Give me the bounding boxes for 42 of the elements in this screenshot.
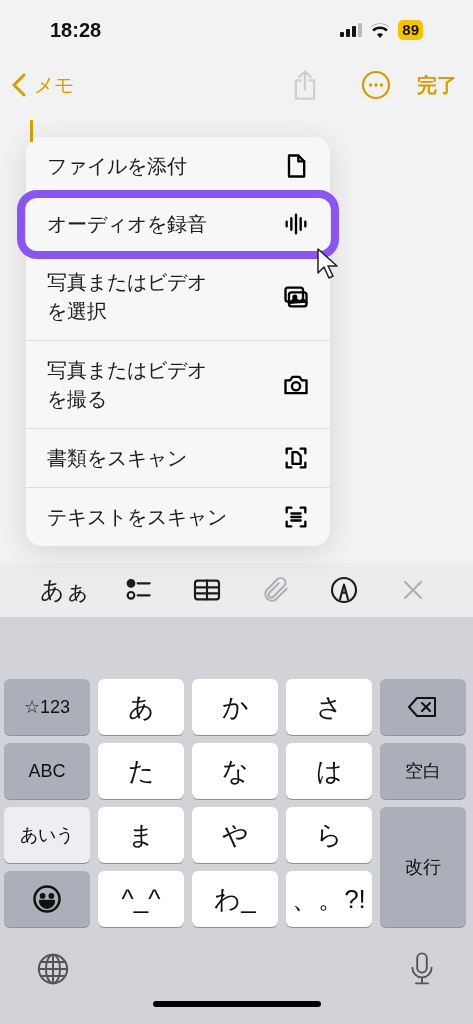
format-button[interactable]: あぁ	[40, 572, 91, 608]
battery-level: 89	[398, 20, 423, 40]
globe-icon[interactable]	[36, 952, 70, 986]
mode-key[interactable]: ☆123	[4, 679, 90, 735]
key[interactable]: 、。?!	[286, 871, 372, 927]
menu-item[interactable]: 写真またはビデオを撮る	[26, 341, 330, 428]
emoji-key[interactable]	[4, 871, 90, 927]
delete-icon	[407, 695, 439, 719]
menu-item[interactable]: テキストをスキャン	[26, 488, 330, 546]
key[interactable]: ら	[286, 807, 372, 863]
menu-item[interactable]: オーディオを録音	[26, 195, 330, 253]
smiley-icon	[32, 884, 62, 914]
key[interactable]: な	[192, 743, 278, 799]
menu-item-label: オーディオを録音	[47, 211, 207, 237]
key[interactable]: あ	[98, 679, 184, 735]
menu-item-label: 書類をスキャン	[47, 445, 187, 471]
key[interactable]: た	[98, 743, 184, 799]
key[interactable]: か	[192, 679, 278, 735]
signal-icon	[340, 23, 363, 37]
space-key[interactable]: 空白	[380, 743, 466, 799]
menu-item-label: テキストをスキャン	[47, 504, 227, 530]
menu-item-label: 写真またはビデオを選択	[47, 269, 208, 324]
menu-item[interactable]: ファイルを添付	[26, 137, 330, 195]
key[interactable]: は	[286, 743, 372, 799]
text-cursor	[30, 120, 33, 142]
wifi-icon	[370, 22, 391, 38]
key[interactable]: ^_^	[98, 871, 184, 927]
delete-key[interactable]	[380, 679, 466, 735]
mode-key[interactable]: ABC	[4, 743, 90, 799]
back-chevron-icon	[12, 73, 26, 97]
more-icon	[361, 70, 391, 100]
key[interactable]: ま	[98, 807, 184, 863]
key[interactable]: わ_	[192, 871, 278, 927]
menu-item[interactable]: 書類をスキャン	[26, 429, 330, 487]
key[interactable]: さ	[286, 679, 372, 735]
menu-item[interactable]: 写真またはビデオを選択	[26, 253, 330, 340]
menu-item-label: ファイルを添付	[47, 153, 187, 179]
key[interactable]: や	[192, 807, 278, 863]
menu-item-label: 写真またはビデオを撮る	[47, 357, 208, 412]
mode-key[interactable]: あいう	[4, 807, 90, 863]
status-time: 18:28	[50, 18, 102, 43]
return-key[interactable]: 改行	[380, 807, 466, 927]
